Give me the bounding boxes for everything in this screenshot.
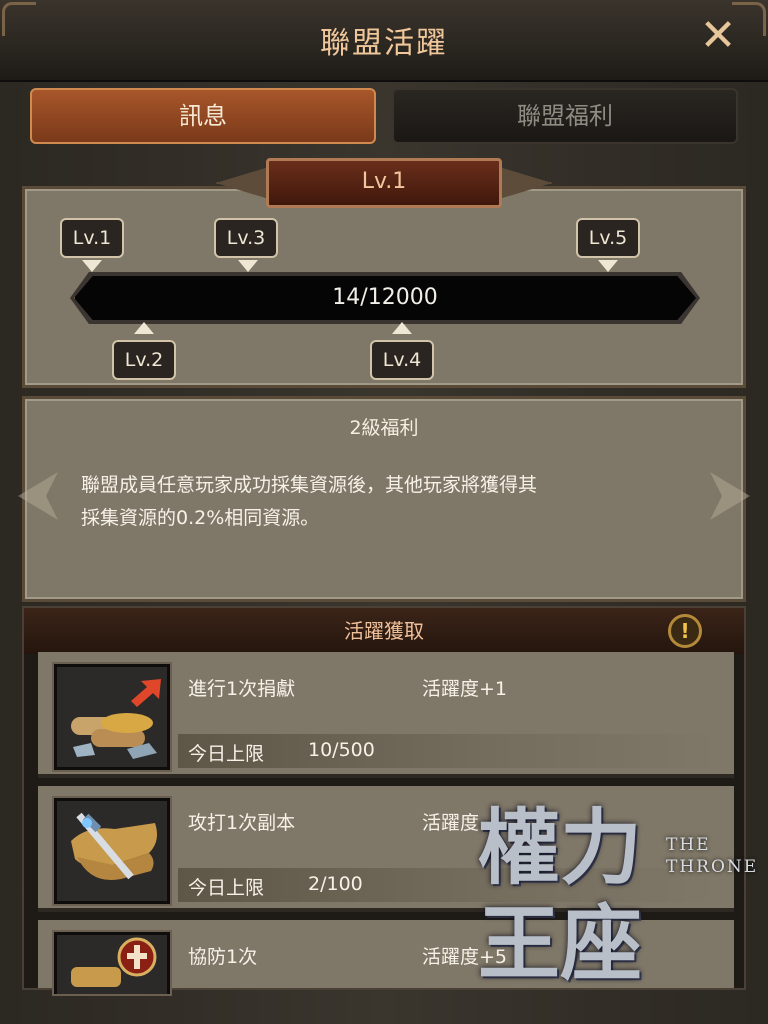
benefit-description-box: 2級福利 聯盟成員任意玩家成功採集資源後，其他玩家將獲得其 採集資源的0.2%相… bbox=[22, 396, 746, 602]
current-level-badge: Lv.1 bbox=[216, 152, 552, 216]
activity-header-label: 活躍獲取 bbox=[344, 619, 424, 643]
benefit-description-line: 採集資源的0.2%相同資源。 bbox=[81, 507, 320, 529]
benefit-description: 聯盟成員任意玩家成功採集資源後，其他玩家將獲得其 採集資源的0.2%相同資源。 bbox=[81, 469, 681, 535]
window-title: 聯盟活躍 bbox=[320, 26, 448, 61]
logo-title-en: THE THRONE bbox=[666, 834, 766, 878]
close-icon[interactable]: ✕ bbox=[696, 14, 740, 60]
daily-limit-label: 今日上限 bbox=[188, 877, 265, 899]
activity-header: 活躍獲取 bbox=[24, 608, 744, 654]
marker-pointer-icon bbox=[238, 260, 258, 272]
donation-resources-icon bbox=[54, 664, 170, 770]
marker-pointer-icon bbox=[392, 322, 412, 334]
logo-title-cn: 權力王座 bbox=[478, 800, 643, 992]
defense-shield-icon bbox=[54, 932, 170, 994]
daily-limit-value: 10/500 bbox=[308, 739, 375, 761]
marker-pointer-icon bbox=[134, 322, 154, 334]
level-marker-3: Lv.3 bbox=[214, 218, 278, 258]
progress-text: 14/12000 bbox=[332, 285, 438, 310]
logo-title-en-line: THE bbox=[666, 835, 711, 855]
game-logo: 權力王座 THE THRONE bbox=[478, 800, 768, 1010]
benefit-description-line: 聯盟成員任意玩家成功採集資源後，其他玩家將獲得其 bbox=[81, 474, 538, 496]
level-marker-5: Lv.5 bbox=[576, 218, 640, 258]
level-marker-2: Lv.2 bbox=[112, 340, 176, 380]
current-level-label: Lv.1 bbox=[266, 158, 502, 208]
title-bar: 聯盟活躍 ✕ bbox=[0, 0, 768, 82]
daily-limit-label: 今日上限 bbox=[188, 743, 265, 765]
marker-pointer-icon bbox=[82, 260, 102, 272]
sword-scroll-icon bbox=[54, 798, 170, 904]
level-marker-1: Lv.1 bbox=[60, 218, 124, 258]
daily-limit-value: 2/100 bbox=[308, 873, 363, 895]
marker-pointer-icon bbox=[598, 260, 618, 272]
badge-wing-ornament bbox=[496, 166, 552, 200]
daily-limit-bar: 今日上限 10/500 bbox=[178, 734, 718, 768]
tab-alliance-benefits[interactable]: 聯盟福利 bbox=[392, 88, 738, 144]
activity-row: 進行1次捐獻 活躍度+1 今日上限 10/500 bbox=[38, 652, 734, 778]
badge-wing-ornament bbox=[216, 166, 272, 200]
logo-title-en-line: THRONE bbox=[666, 857, 759, 877]
tab-info[interactable]: 訊息 bbox=[30, 88, 376, 144]
activity-name: 攻打1次副本 bbox=[188, 812, 296, 834]
activity-progress-bar: 14/12000 bbox=[74, 276, 696, 320]
level-marker-4: Lv.4 bbox=[370, 340, 434, 380]
activity-name: 進行1次捐獻 bbox=[188, 678, 296, 700]
benefit-title: 2級福利 bbox=[349, 417, 419, 439]
activity-points: 活躍度 bbox=[422, 812, 480, 834]
info-icon[interactable]: ! bbox=[668, 614, 702, 648]
activity-points: 活躍度+1 bbox=[422, 678, 508, 700]
activity-name: 協防1次 bbox=[188, 946, 258, 968]
